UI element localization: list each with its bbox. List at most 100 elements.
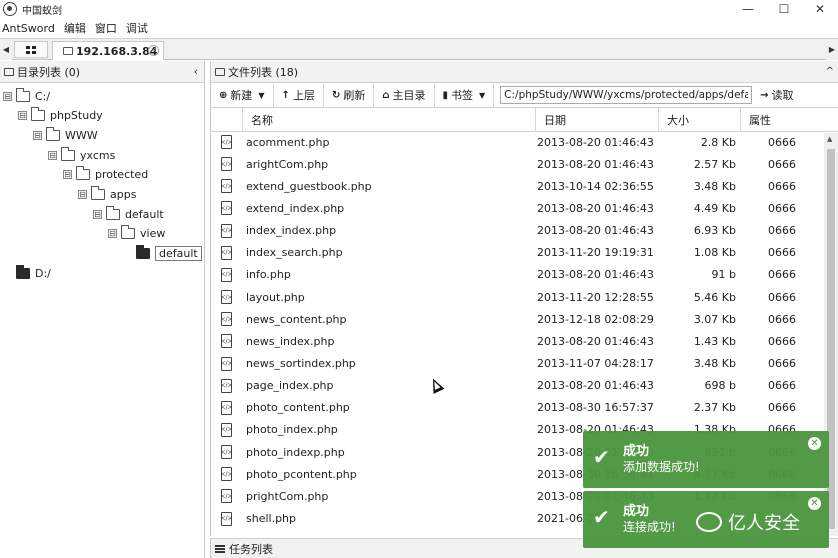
file-row[interactable]: </> info.php 2013-08-20 01:46:43 91 b 0666 bbox=[211, 264, 824, 286]
arrow-up-icon: ↑ bbox=[281, 89, 290, 101]
column-name[interactable]: 名称 bbox=[242, 108, 535, 132]
tab-home[interactable] bbox=[14, 41, 48, 58]
tree-toggle-icon[interactable]: ⊟ bbox=[63, 170, 72, 180]
file-grid-header: 名称 日期 大小 属性 bbox=[210, 108, 838, 132]
file-row[interactable]: </> news_content.php 2013-12-18 02:08:29 3.… bbox=[211, 308, 824, 330]
tree-node[interactable]: ⊟ apps bbox=[78, 186, 136, 203]
tree-node[interactable]: ⊟ WWW bbox=[33, 126, 98, 143]
php-file-icon: </> bbox=[220, 201, 233, 216]
chevron-down-icon: ▼ bbox=[258, 90, 265, 100]
bookmark-label: 书签 bbox=[451, 89, 474, 102]
tree-toggle-icon[interactable]: ⊟ bbox=[93, 209, 102, 219]
bookmark-button[interactable]: ▮ 书签 ▼ bbox=[435, 83, 495, 107]
scroll-up-icon[interactable]: ▲ bbox=[827, 135, 832, 143]
maximize-button[interactable]: ☐ bbox=[766, 0, 802, 18]
tree-node-label: phpStudy bbox=[50, 109, 103, 123]
file-row[interactable]: </> arightCom.php 2013-08-20 01:46:43 2.57 … bbox=[211, 153, 824, 175]
tab-scroll-right-button[interactable]: ▶ bbox=[826, 39, 838, 60]
file-size: 1.08 Kb bbox=[693, 246, 736, 260]
tree-node[interactable]: default bbox=[123, 245, 202, 262]
tree-node-label: D:/ bbox=[35, 266, 51, 280]
php-file-icon: </> bbox=[220, 511, 233, 526]
toast-close-icon[interactable]: ✕ bbox=[808, 437, 821, 450]
up-level-label: 上层 bbox=[292, 89, 315, 102]
file-row[interactable]: </> acomment.php 2013-08-20 01:46:43 2.8 Kb… bbox=[211, 133, 824, 153]
file-row[interactable]: </> photo_content.php 2013-08-30 16:57:37 2… bbox=[211, 397, 824, 419]
tab-strip: ◀ 192.168.3.84 ✕ ▶ bbox=[0, 38, 838, 60]
tree-node[interactable]: D:/ bbox=[3, 264, 51, 281]
tree-node[interactable]: ⊟ C:/ bbox=[3, 87, 51, 104]
php-file-icon: </> bbox=[220, 245, 233, 260]
file-size: 2.57 Kb bbox=[693, 157, 736, 171]
file-attr: 0666 bbox=[768, 201, 796, 215]
minimize-button[interactable]: — bbox=[730, 0, 766, 18]
home-dir-button[interactable]: ⌂ 主目录 bbox=[374, 83, 435, 107]
tab-host[interactable]: 192.168.3.84 ✕ bbox=[52, 41, 164, 60]
column-date-label: 日期 bbox=[544, 114, 566, 127]
file-toolbar: ⊕ 新建 ▼ ↑ 上层 ↻ 刷新 ⌂ 主目录 ▮ 书签 ▼ → 读取 bbox=[210, 83, 838, 108]
tree-node[interactable]: ⊟ yxcms bbox=[48, 146, 115, 163]
tree-toggle-icon[interactable]: ⊟ bbox=[3, 91, 12, 101]
tree-toggle-icon[interactable]: ⊟ bbox=[33, 130, 42, 140]
new-button[interactable]: ⊕ 新建 ▼ bbox=[211, 83, 274, 107]
file-size: 3.48 Kb bbox=[693, 179, 736, 193]
menu-edit[interactable]: 编辑 bbox=[64, 20, 86, 36]
collapse-panel-button[interactable]: ‹ bbox=[194, 65, 198, 78]
file-size: 6.93 Kb bbox=[693, 224, 736, 238]
file-panel-title: 文件列表 (18) bbox=[228, 65, 299, 79]
tree-node-label: C:/ bbox=[35, 89, 51, 103]
tree-node-label: default bbox=[155, 246, 202, 262]
toast-close-icon[interactable]: ✕ bbox=[808, 497, 821, 510]
tree-node[interactable]: ⊟ view bbox=[108, 225, 165, 242]
php-file-icon: </> bbox=[220, 467, 233, 482]
column-size[interactable]: 大小 bbox=[658, 108, 740, 132]
php-file-icon: </> bbox=[220, 179, 233, 194]
read-path-button[interactable]: → 读取 bbox=[760, 87, 793, 103]
close-window-button[interactable]: ✕ bbox=[802, 0, 838, 18]
tree-toggle-icon[interactable]: ⊟ bbox=[48, 150, 57, 160]
file-size: 698 b bbox=[704, 379, 736, 393]
file-size: 3.48 Kb bbox=[693, 357, 736, 370]
title-bar: 中国蚁剑 — ☐ ✕ bbox=[0, 0, 838, 18]
file-name: shell.php bbox=[246, 512, 297, 526]
file-row[interactable]: </> page_index.php 2013-08-20 01:46:43 698 … bbox=[211, 375, 824, 397]
window-controls: — ☐ ✕ bbox=[730, 0, 838, 18]
folder-icon bbox=[4, 67, 14, 76]
column-date[interactable]: 日期 bbox=[535, 108, 658, 132]
folder-icon bbox=[31, 107, 45, 122]
file-row[interactable]: </> news_sortindex.php 2013-11-07 04:28:17… bbox=[211, 353, 824, 375]
file-row[interactable]: </> extend_guestbook.php 2013-10-14 02:36:… bbox=[211, 175, 824, 197]
file-row[interactable]: </> index_search.php 2013-11-20 19:19:31 1.… bbox=[211, 242, 824, 264]
tree-toggle-icon[interactable]: ⊟ bbox=[18, 111, 27, 121]
menu-window[interactable]: 窗口 bbox=[95, 20, 117, 36]
file-row[interactable]: </> news_index.php 2013-08-20 01:46:43 1.43… bbox=[211, 330, 824, 352]
refresh-button[interactable]: ↻ 刷新 bbox=[324, 83, 375, 107]
tree-toggle-icon[interactable]: ⊟ bbox=[78, 190, 87, 199]
file-panel-header: 文件列表 (18) ^ bbox=[210, 61, 838, 83]
file-date: 2013-08-20 01:46:43 bbox=[537, 201, 654, 215]
tree-toggle-icon[interactable]: ⊟ bbox=[108, 229, 117, 239]
task-panel-title: 任务列表 bbox=[229, 542, 273, 556]
chevron-down-icon: ▼ bbox=[479, 90, 486, 100]
file-name: index_index.php bbox=[246, 224, 337, 238]
tab-close-icon[interactable]: ✕ bbox=[148, 45, 159, 56]
php-file-icon: </> bbox=[220, 422, 233, 437]
menu-debug[interactable]: 调试 bbox=[126, 20, 148, 36]
collapse-up-icon[interactable]: ^ bbox=[826, 66, 834, 77]
up-level-button[interactable]: ↑ 上层 bbox=[274, 83, 324, 107]
home-dir-label: 主目录 bbox=[392, 89, 426, 102]
file-row[interactable]: </> layout.php 2013-11-20 12:28:55 5.46 Kb 0… bbox=[211, 286, 824, 308]
file-row[interactable]: </> index_index.php 2013-08-20 01:46:43 6.9… bbox=[211, 220, 824, 242]
file-date: 2013-08-20 01:46:43 bbox=[537, 224, 654, 238]
file-date: 2013-11-20 19:19:31 bbox=[537, 246, 654, 260]
menu-antsword[interactable]: AntSword bbox=[2, 22, 55, 35]
path-input[interactable] bbox=[500, 86, 753, 104]
tab-scroll-left-button[interactable]: ◀ bbox=[0, 39, 12, 60]
home-icon: ⌂ bbox=[382, 89, 390, 101]
tree-node[interactable]: ⊟ default bbox=[93, 205, 164, 222]
file-row[interactable]: </> extend_index.php 2013-08-20 01:46:43 4.… bbox=[211, 197, 824, 219]
php-file-icon: </> bbox=[220, 489, 233, 504]
column-attr[interactable]: 属性 bbox=[740, 108, 825, 132]
tree-node[interactable]: ⊟ phpStudy bbox=[18, 107, 103, 124]
tree-node[interactable]: ⊟ protected bbox=[63, 166, 148, 183]
